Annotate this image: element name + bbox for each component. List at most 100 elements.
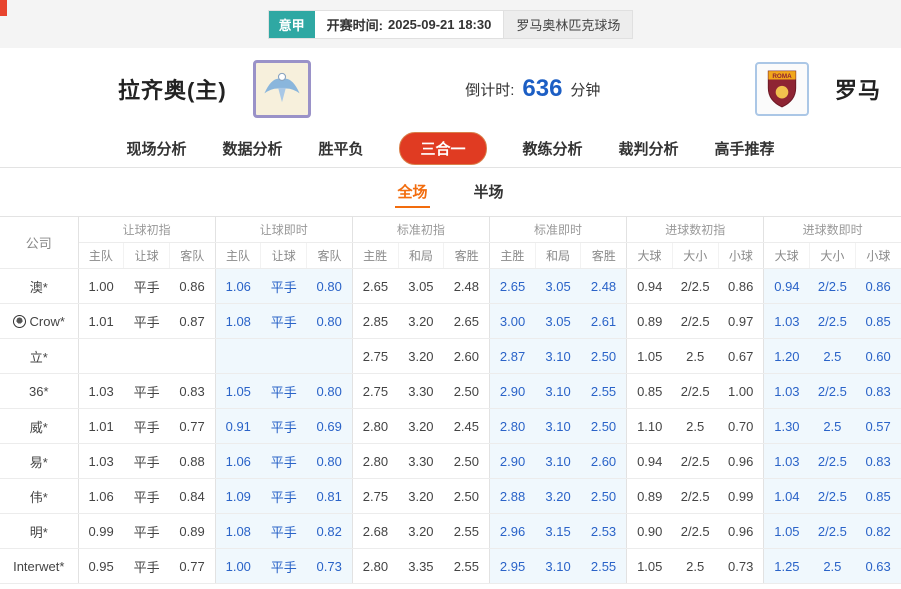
odds-cell[interactable]: 0.69 (307, 409, 353, 444)
odds-cell[interactable]: 0.81 (307, 479, 353, 514)
odds-cell[interactable]: 2.87 (489, 339, 535, 374)
odds-cell[interactable]: 2.5 (810, 409, 856, 444)
nav-item-7[interactable]: 高手推荐 (715, 138, 775, 159)
odds-cell[interactable]: 3.10 (535, 549, 581, 584)
odds-cell[interactable]: 2.61 (581, 304, 627, 339)
odds-cell[interactable]: 0.82 (855, 514, 901, 549)
table-row: 36*1.03平手0.831.05平手0.802.753.302.502.903… (0, 374, 901, 409)
odds-cell[interactable]: 3.10 (535, 339, 581, 374)
nav-item-6[interactable]: 裁判分析 (619, 138, 679, 159)
nav-item-4[interactable]: 三合一 (399, 132, 486, 165)
odds-cell[interactable]: 2/2.5 (810, 479, 856, 514)
odds-cell[interactable]: 2.50 (581, 409, 627, 444)
odds-cell[interactable]: 2.48 (581, 269, 627, 304)
odds-cell[interactable]: 0.60 (855, 339, 901, 374)
odds-cell[interactable]: 1.05 (215, 374, 261, 409)
nav-item-5[interactable]: 教练分析 (523, 138, 583, 159)
odds-cell[interactable]: 2.90 (489, 374, 535, 409)
odds-cell[interactable]: 2.55 (581, 374, 627, 409)
odds-cell[interactable]: 2.90 (489, 444, 535, 479)
odds-cell[interactable]: 0.94 (764, 269, 810, 304)
odds-cell[interactable]: 1.06 (215, 444, 261, 479)
odds-cell[interactable]: 2.50 (581, 479, 627, 514)
odds-cell[interactable]: 0.83 (855, 374, 901, 409)
odds-cell: 1.05 (627, 339, 673, 374)
odds-cell[interactable]: 0.80 (307, 444, 353, 479)
nav-item-2[interactable]: 数据分析 (222, 138, 282, 159)
odds-cell[interactable]: 3.10 (535, 374, 581, 409)
odds-cell[interactable]: 0.73 (307, 549, 353, 584)
odds-cell[interactable]: 平手 (261, 479, 307, 514)
odds-cell[interactable]: 0.82 (307, 514, 353, 549)
odds-cell[interactable]: 3.00 (489, 304, 535, 339)
odds-cell[interactable]: 平手 (261, 269, 307, 304)
odds-cell[interactable]: 3.15 (535, 514, 581, 549)
odds-cell[interactable]: 1.20 (764, 339, 810, 374)
odds-cell[interactable]: 1.08 (215, 304, 261, 339)
nav-item-3[interactable]: 胜平负 (318, 138, 363, 159)
odds-cell: 3.30 (398, 444, 444, 479)
odds-cell[interactable]: 1.05 (764, 514, 810, 549)
odds-cell[interactable]: 1.00 (215, 549, 261, 584)
odds-cell[interactable]: 2.95 (489, 549, 535, 584)
odds-cell[interactable]: 0.57 (855, 409, 901, 444)
odds-cell[interactable]: 平手 (261, 304, 307, 339)
odds-cell[interactable]: 平手 (261, 514, 307, 549)
odds-cell[interactable]: 0.91 (215, 409, 261, 444)
odds-cell[interactable]: 2.5 (810, 549, 856, 584)
odds-cell: 0.88 (169, 444, 215, 479)
odds-cell[interactable]: 平手 (261, 409, 307, 444)
odds-cell[interactable]: 2.50 (581, 339, 627, 374)
odds-cell[interactable]: 3.05 (535, 304, 581, 339)
odds-cell[interactable]: 3.20 (535, 479, 581, 514)
odds-cell[interactable]: 1.03 (764, 374, 810, 409)
odds-cell[interactable]: 2.5 (810, 339, 856, 374)
odds-cell: 0.89 (627, 304, 673, 339)
nav-item-1[interactable]: 现场分析 (126, 138, 186, 159)
odds-cell[interactable]: 平手 (261, 374, 307, 409)
odds-cell[interactable]: 1.09 (215, 479, 261, 514)
odds-cell[interactable]: 2.65 (489, 269, 535, 304)
odds-cell[interactable]: 0.80 (307, 374, 353, 409)
odds-cell[interactable]: 1.03 (764, 304, 810, 339)
odds-cell[interactable]: 1.04 (764, 479, 810, 514)
odds-cell[interactable]: 1.25 (764, 549, 810, 584)
odds-cell[interactable]: 平手 (261, 549, 307, 584)
subtab-2[interactable]: 半场 (472, 177, 506, 208)
odds-cell[interactable]: 3.05 (535, 269, 581, 304)
sub-header: 和局 (535, 243, 581, 269)
odds-cell[interactable]: 1.03 (764, 444, 810, 479)
odds-cell[interactable]: 2/2.5 (810, 304, 856, 339)
odds-cell[interactable]: 3.10 (535, 444, 581, 479)
odds-cell: 2.50 (444, 479, 490, 514)
odds-cell[interactable]: 1.06 (215, 269, 261, 304)
odds-cell: 0.89 (627, 479, 673, 514)
odds-cell[interactable]: 0.85 (855, 304, 901, 339)
odds-cell[interactable]: 平手 (261, 444, 307, 479)
odds-cell[interactable]: 0.85 (855, 479, 901, 514)
company-name: 易* (30, 455, 48, 470)
odds-cell[interactable]: 1.30 (764, 409, 810, 444)
odds-cell[interactable]: 0.80 (307, 269, 353, 304)
odds-cell[interactable]: 2.96 (489, 514, 535, 549)
odds-cell[interactable]: 2/2.5 (810, 514, 856, 549)
subtab-1[interactable]: 全场 (395, 177, 429, 208)
odds-cell[interactable]: 2.60 (581, 444, 627, 479)
odds-cell[interactable]: 2.55 (581, 549, 627, 584)
odds-cell[interactable]: 0.63 (855, 549, 901, 584)
odds-cell (307, 339, 353, 374)
odds-cell[interactable]: 3.10 (535, 409, 581, 444)
odds-cell[interactable]: 0.83 (855, 444, 901, 479)
odds-cell[interactable]: 2.53 (581, 514, 627, 549)
odds-cell[interactable]: 2/2.5 (810, 444, 856, 479)
odds-cell[interactable]: 0.80 (307, 304, 353, 339)
odds-cell: 2.80 (352, 549, 398, 584)
odds-cell[interactable]: 1.08 (215, 514, 261, 549)
odds-cell[interactable]: 2/2.5 (810, 269, 856, 304)
odds-cell[interactable]: 0.86 (855, 269, 901, 304)
table-row: 明*0.99平手0.891.08平手0.822.683.202.552.963.… (0, 514, 901, 549)
odds-cell: 0.99 (78, 514, 124, 549)
odds-cell[interactable]: 2/2.5 (810, 374, 856, 409)
odds-cell[interactable]: 2.88 (489, 479, 535, 514)
odds-cell[interactable]: 2.80 (489, 409, 535, 444)
